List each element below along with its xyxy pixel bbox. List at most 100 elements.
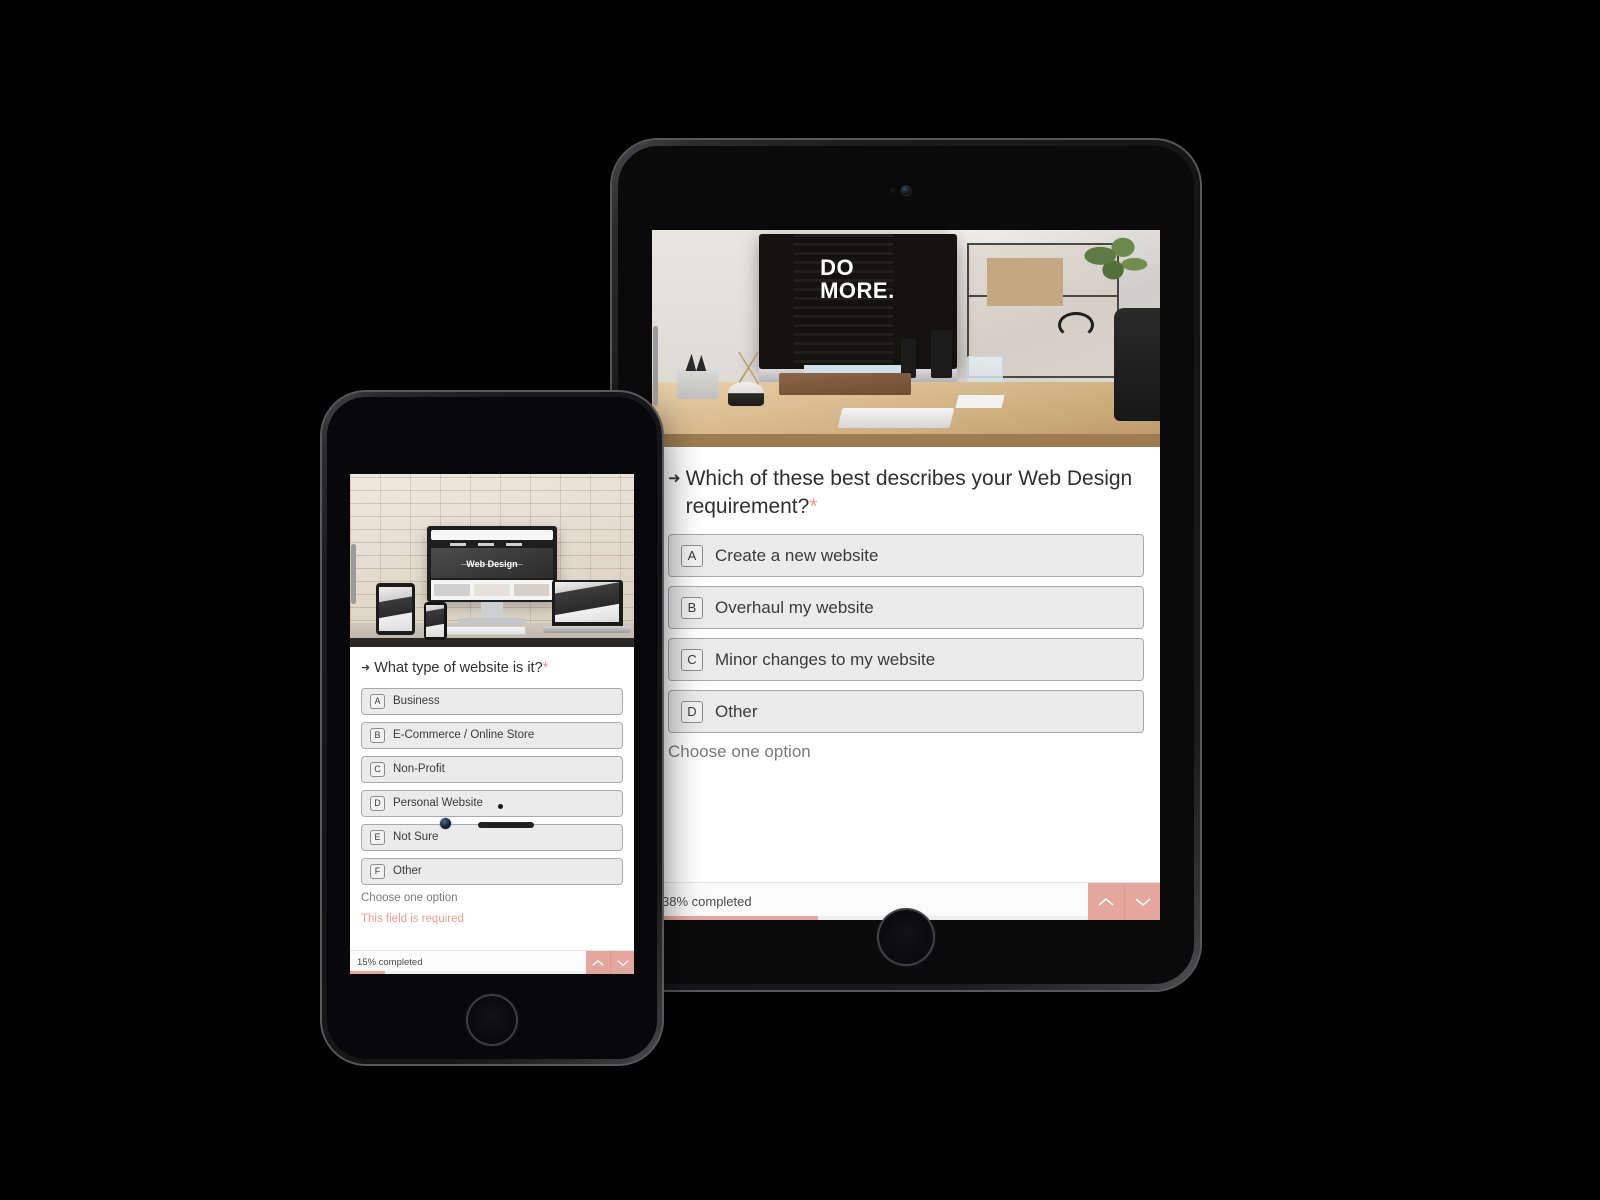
phone-footer: 15% completed bbox=[350, 950, 634, 974]
tablet-form: DO MORE. ➜ Which of these best describes… bbox=[652, 230, 1160, 920]
desk-vase bbox=[728, 381, 764, 406]
phone-option-f[interactable]: F Other bbox=[361, 857, 623, 885]
tablet-form-content: ➜ Which of these best describes your Web… bbox=[652, 447, 1160, 762]
mockup-phone bbox=[423, 602, 447, 641]
phone-choose-hint: Choose one option bbox=[361, 891, 458, 904]
tablet-question-text: Which of these best describes your Web D… bbox=[686, 465, 1144, 520]
option-key-badge: D bbox=[370, 795, 385, 811]
tablet-next-button[interactable] bbox=[1124, 883, 1160, 920]
tablet-progress-label: 38% completed bbox=[662, 894, 752, 909]
tablet-question: ➜ Which of these best describes your Web… bbox=[668, 465, 1144, 520]
phone-option-c[interactable]: C Non-Profit bbox=[361, 755, 623, 783]
phone-form-content: ➜ What type of website is it?* A Busines… bbox=[350, 647, 634, 925]
phone-progress-track bbox=[350, 971, 586, 974]
mockup-nav-links bbox=[450, 542, 534, 547]
tablet-progress-area: 38% completed bbox=[652, 883, 1088, 920]
option-label: Minor changes to my website bbox=[715, 649, 936, 669]
phone-nav-buttons bbox=[586, 951, 634, 974]
mockup-card-row bbox=[430, 579, 554, 600]
phone-hero-image: Web Design bbox=[350, 474, 634, 647]
option-label: Overhaul my website bbox=[715, 597, 874, 617]
required-asterisk-icon: * bbox=[542, 660, 549, 676]
tablet-sensor-icon bbox=[890, 188, 895, 193]
desk-imac-monitor: DO MORE. bbox=[758, 234, 957, 369]
mockup-card bbox=[434, 583, 470, 596]
tablet-device: DO MORE. ➜ Which of these best describes… bbox=[612, 140, 1200, 990]
tablet-choose-hint: Choose one option bbox=[668, 742, 811, 762]
phone-validation-error: This field is required bbox=[361, 912, 464, 925]
option-key-badge: B bbox=[370, 727, 385, 743]
tablet-prev-button[interactable] bbox=[1088, 883, 1124, 920]
mockup-phone-screen bbox=[426, 605, 445, 637]
phone-option-a[interactable]: A Business bbox=[361, 687, 623, 715]
phone-speaker-grille bbox=[478, 822, 534, 828]
tablet-scrollbar[interactable] bbox=[652, 230, 659, 920]
option-key-badge: A bbox=[681, 544, 703, 567]
phone-option-d[interactable]: D Personal Website bbox=[361, 789, 623, 817]
tablet-option-b[interactable]: B Overhaul my website bbox=[668, 586, 1144, 630]
desk-keyboard bbox=[837, 407, 955, 428]
mockup-laptop-base bbox=[543, 626, 632, 634]
phone-device: Web Design bbox=[322, 392, 662, 1064]
mockup-monitor-neck bbox=[480, 602, 504, 618]
phone-progress-label: 15% completed bbox=[357, 957, 423, 968]
phone-next-button[interactable] bbox=[610, 951, 634, 974]
mockup-laptop-screen bbox=[555, 582, 620, 623]
phone-question-label: What type of website is it? bbox=[374, 660, 543, 676]
desk-notepad bbox=[955, 394, 1005, 408]
desk-bottle bbox=[900, 338, 917, 378]
tablet-option-a[interactable]: A Create a new website bbox=[668, 534, 1144, 578]
question-arrow-icon: ➜ bbox=[361, 662, 371, 674]
phone-screen: Web Design bbox=[350, 474, 634, 974]
option-label: Personal Website bbox=[393, 797, 483, 810]
question-arrow-icon: ➜ bbox=[668, 470, 681, 487]
option-label: Create a new website bbox=[715, 545, 879, 565]
phone-home-button[interactable] bbox=[466, 994, 518, 1046]
tablet-option-c[interactable]: C Minor changes to my website bbox=[668, 638, 1144, 682]
option-key-badge: F bbox=[370, 863, 385, 879]
phone-scrollbar[interactable] bbox=[350, 474, 357, 974]
tablet-hero-image: DO MORE. bbox=[652, 230, 1160, 447]
phone-scrollbar-thumb[interactable] bbox=[351, 544, 356, 604]
option-key-badge: C bbox=[370, 761, 385, 777]
chevron-down-icon bbox=[1134, 897, 1151, 906]
option-key-badge: E bbox=[370, 829, 385, 845]
chevron-up-icon bbox=[1098, 897, 1114, 906]
hero-floor-shadow bbox=[350, 638, 634, 647]
mockup-card bbox=[514, 583, 550, 596]
monitor-slogan: DO MORE. bbox=[820, 256, 895, 303]
mockup-desktop-monitor: Web Design bbox=[426, 525, 558, 602]
desk-wood-block bbox=[779, 373, 912, 395]
tablet-progress-track bbox=[652, 916, 1088, 920]
required-asterisk-icon: * bbox=[809, 494, 818, 518]
tablet-home-button[interactable] bbox=[877, 908, 935, 966]
mockup-card bbox=[474, 583, 510, 596]
mockup-tablet-screen bbox=[378, 586, 413, 632]
desk-pen-cup bbox=[677, 368, 719, 400]
mockup-browser-bar bbox=[430, 529, 554, 541]
option-key-badge: A bbox=[370, 693, 385, 709]
desk-edge bbox=[652, 433, 1160, 447]
tablet-option-d[interactable]: D Other bbox=[668, 690, 1144, 734]
phone-option-b[interactable]: B E-Commerce / Online Store bbox=[361, 721, 623, 749]
desk-plant bbox=[1078, 236, 1150, 285]
option-label: Non-Profit bbox=[393, 763, 445, 776]
option-key-badge: B bbox=[681, 596, 703, 619]
option-label: E-Commerce / Online Store bbox=[393, 729, 535, 742]
option-label: Not Sure bbox=[393, 831, 439, 844]
tablet-nav-buttons bbox=[1088, 883, 1160, 920]
chevron-up-icon bbox=[592, 959, 604, 966]
desk-chair bbox=[1114, 308, 1160, 421]
phone-question: ➜ What type of website is it?* bbox=[361, 659, 623, 678]
monitor-slogan-line2: MORE. bbox=[820, 278, 895, 304]
phone-progress-area: 15% completed bbox=[350, 951, 586, 974]
phone-prev-button[interactable] bbox=[586, 951, 610, 974]
desk-cardboard-box bbox=[987, 258, 1064, 306]
option-label: Other bbox=[715, 701, 758, 721]
phone-form: Web Design bbox=[350, 474, 634, 974]
tablet-scrollbar-thumb[interactable] bbox=[653, 326, 658, 406]
phone-question-text: What type of website is it?* bbox=[374, 659, 548, 678]
tablet-question-label: Which of these best describes your Web D… bbox=[685, 467, 1133, 518]
mockup-tablet bbox=[375, 582, 416, 635]
mockup-keyboard bbox=[440, 626, 527, 635]
